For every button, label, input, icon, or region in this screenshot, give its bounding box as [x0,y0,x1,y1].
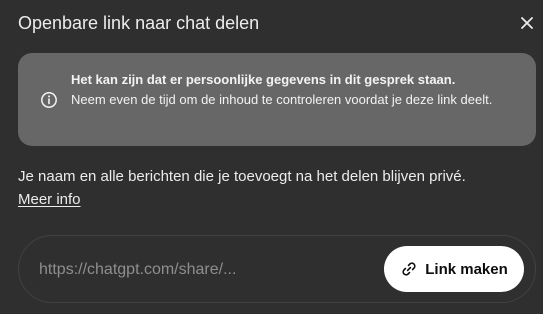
info-icon [41,92,57,108]
close-icon [521,17,533,29]
create-link-label: Link maken [425,260,508,278]
warning-heading: Het kan zijn dat er persoonlijke gegeven… [71,72,456,87]
more-info-link[interactable]: Meer info [18,189,81,211]
close-button[interactable] [515,11,539,35]
privacy-warning: Het kan zijn dat er persoonlijke gegeven… [18,53,536,146]
create-link-button[interactable]: Link maken [384,246,524,292]
warning-text: Het kan zijn dat er persoonlijke gegeven… [71,70,521,110]
privacy-info-text: Je naam en alle berichten die je toevoeg… [18,168,466,185]
dialog-title: Openbare link naar chat delen [18,13,260,33]
share-url-field[interactable] [39,258,369,282]
link-icon [402,262,416,276]
share-url-bar: Link maken [18,235,536,303]
warning-body: Neem even de tijd om de inhoud te contro… [71,92,493,107]
share-chat-dialog: Openbare link naar chat delen Het kan zi… [0,0,543,314]
